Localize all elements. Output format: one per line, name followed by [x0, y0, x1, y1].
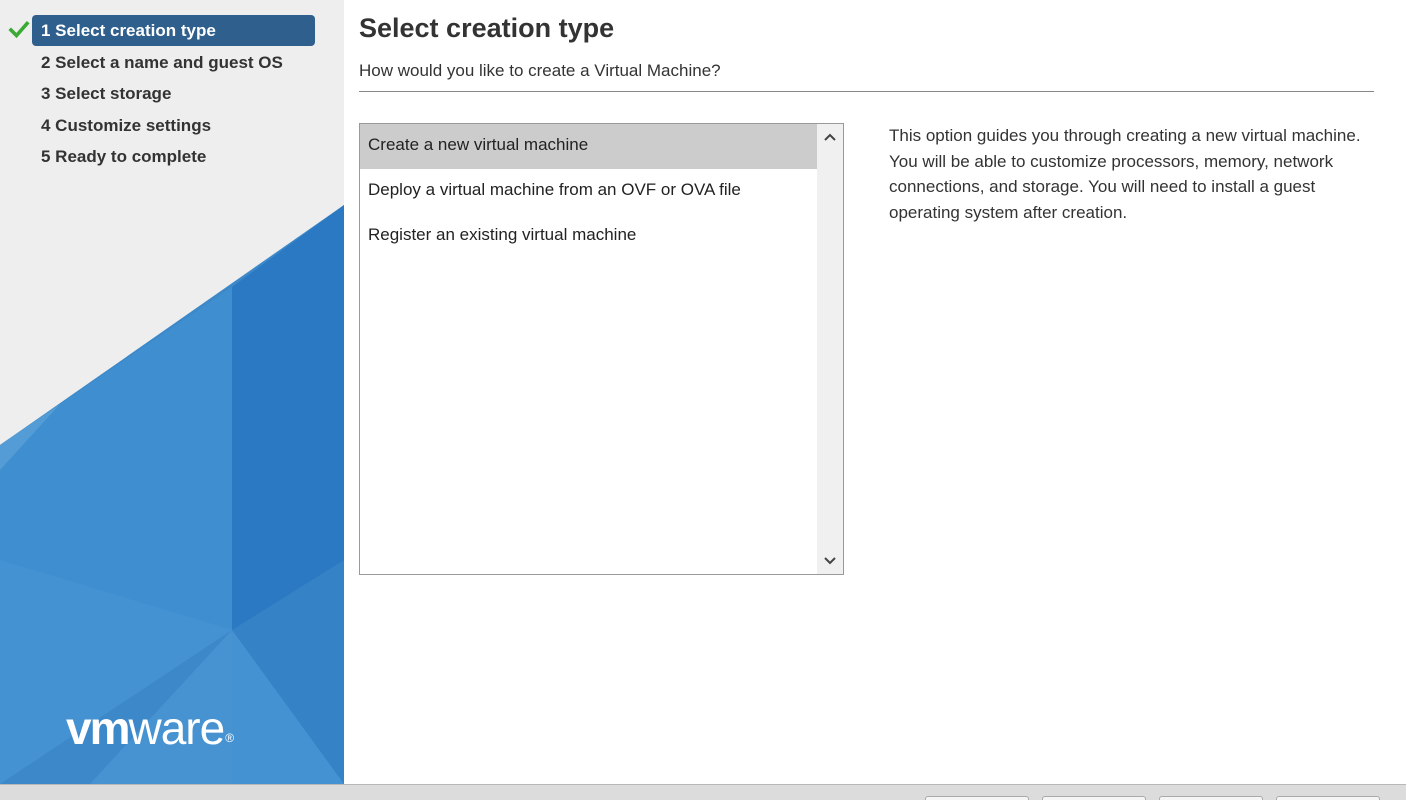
wizard-footer: [0, 784, 1406, 800]
logo-vm: vm: [66, 702, 131, 754]
check-icon: [8, 20, 30, 39]
vmware-logo: vmware®: [66, 700, 234, 756]
chevron-up-icon: [824, 133, 836, 141]
wizard-steps: 1 Select creation type 2 Select a name a…: [0, 15, 344, 173]
option-deploy-from-ovf-ova[interactable]: Deploy a virtual machine from an OVF or …: [360, 169, 817, 214]
step-customize-settings[interactable]: 4 Customize settings: [0, 110, 344, 142]
step-label: 2 Select a name and guest OS: [41, 52, 283, 72]
chevron-down-icon: [824, 557, 836, 565]
option-create-new-vm[interactable]: Create a new virtual machine: [360, 124, 817, 169]
step-label: 3 Select storage: [41, 84, 172, 103]
option-register-existing-vm[interactable]: Register an existing virtual machine: [360, 214, 817, 259]
step-label: 1 Select creation type: [41, 21, 216, 40]
wizard-sidebar: 1 Select creation type 2 Select a name a…: [0, 0, 344, 784]
step-label: 4 Customize settings: [41, 115, 212, 135]
step-select-creation-type[interactable]: 1 Select creation type: [0, 15, 344, 47]
footer-button-3[interactable]: [1159, 796, 1263, 800]
footer-button-4[interactable]: [1276, 796, 1380, 800]
footer-button-1[interactable]: [925, 796, 1029, 800]
step-ready-to-complete[interactable]: 5 Ready to complete: [0, 141, 344, 173]
creation-type-listbox[interactable]: Create a new virtual machine Deploy a vi…: [359, 123, 844, 575]
wizard-content: Select creation type How would you like …: [344, 0, 1406, 784]
footer-button-2[interactable]: [1042, 796, 1146, 800]
logo-ware: ware: [128, 702, 225, 754]
title-divider: [359, 91, 1374, 92]
step-select-name-and-guest-os[interactable]: 2 Select a name and guest OS: [0, 47, 344, 79]
step-select-storage[interactable]: 3 Select storage: [0, 78, 344, 110]
creation-type-list: Create a new virtual machine Deploy a vi…: [360, 124, 817, 259]
listbox-scrollbar[interactable]: [817, 124, 843, 574]
page-subtitle: How would you like to create a Virtual M…: [359, 61, 721, 80]
scroll-up-button[interactable]: [817, 126, 843, 148]
scroll-down-button[interactable]: [817, 550, 843, 572]
logo-registered-mark: ®: [225, 731, 234, 745]
new-vm-wizard: 1 Select creation type 2 Select a name a…: [0, 0, 1406, 800]
page-title: Select creation type: [359, 13, 615, 43]
step-label: 5 Ready to complete: [41, 147, 207, 166]
option-description: This option guides you through creating …: [889, 126, 1361, 222]
